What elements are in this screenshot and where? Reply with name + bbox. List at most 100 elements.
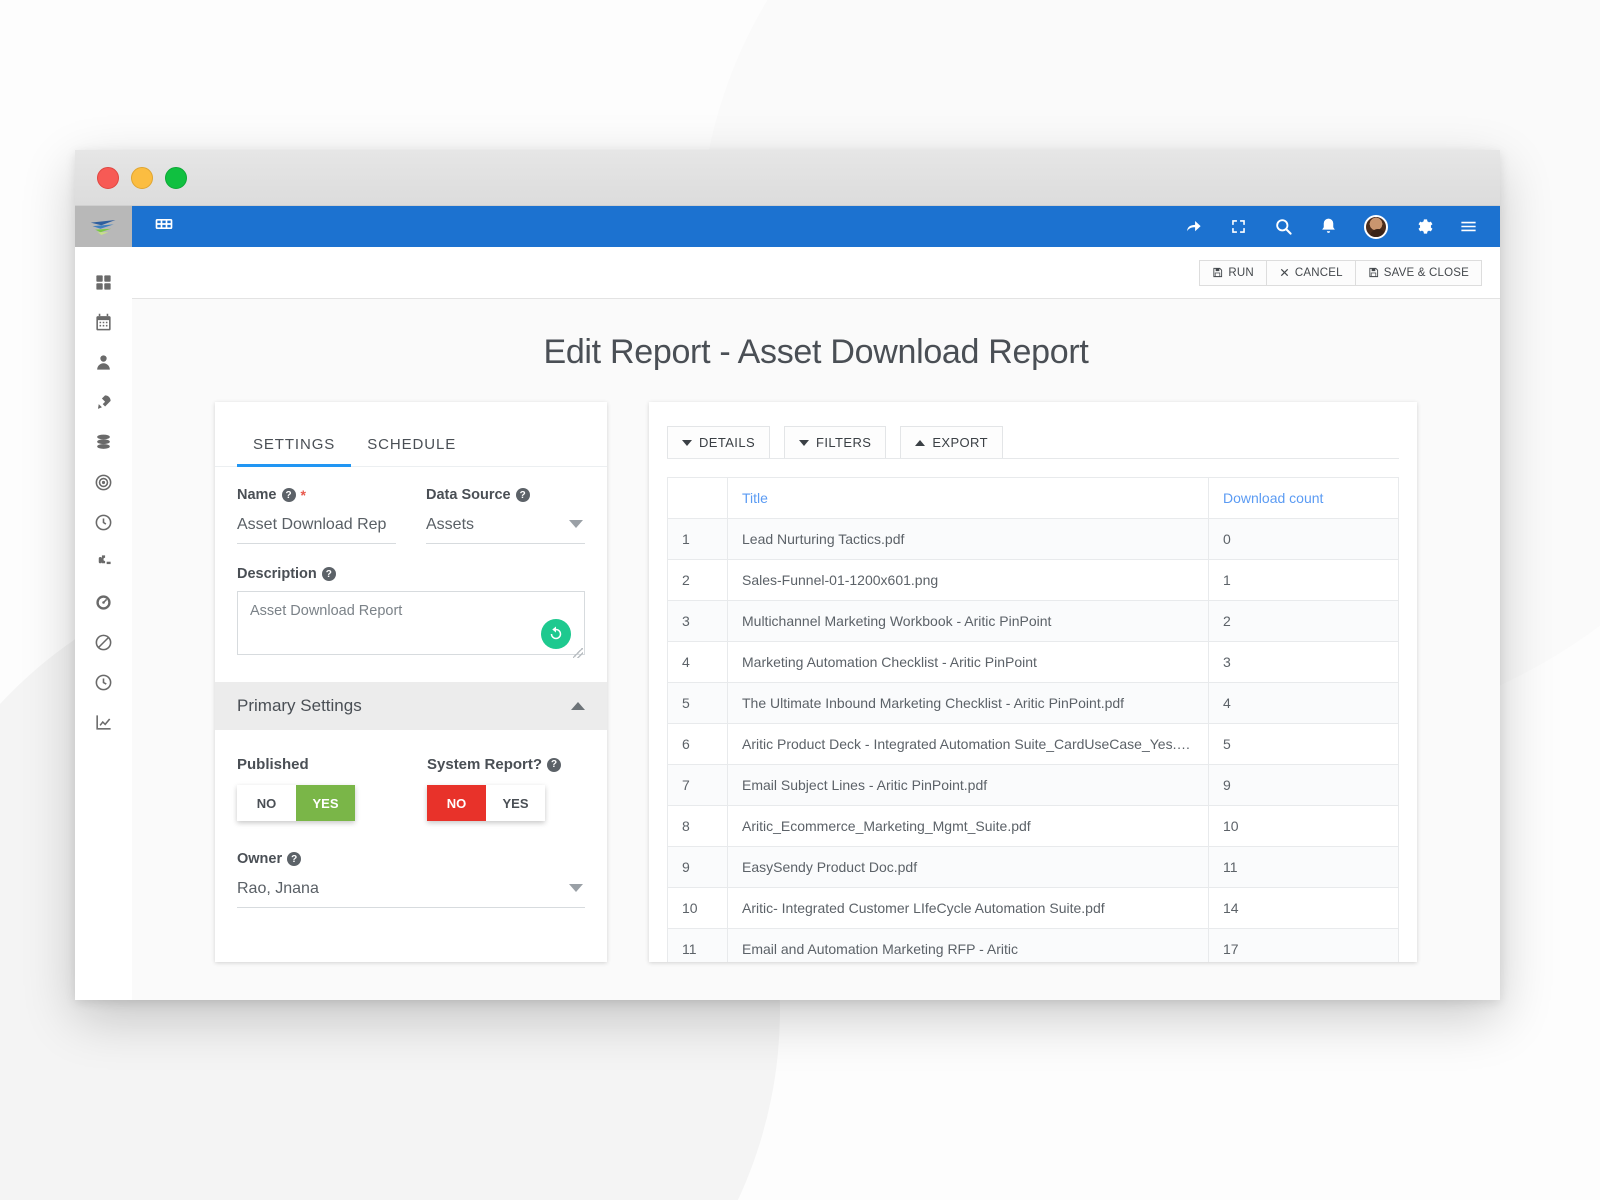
description-textarea[interactable]: Asset Download Report [237, 591, 585, 655]
owner-select[interactable] [237, 876, 585, 908]
hamburger-icon[interactable] [1459, 217, 1478, 236]
row-title: The Ultimate Inbound Marketing Checklist… [727, 682, 1209, 724]
sidebar-item-gauge[interactable] [91, 589, 117, 615]
textarea-resize-handle[interactable] [573, 648, 583, 658]
table-row[interactable]: 1 Lead Nurturing Tactics.pdf 0 [667, 518, 1399, 560]
tab-schedule[interactable]: SCHEDULE [351, 436, 472, 466]
tab-settings[interactable]: SETTINGS [237, 436, 352, 467]
sidebar-item-calendar[interactable] [91, 309, 117, 335]
help-icon[interactable]: ? [321, 567, 336, 581]
save-and-close-button[interactable]: SAVE & CLOSE [1354, 259, 1482, 286]
owner-label: Owner ? [237, 851, 585, 867]
help-icon[interactable]: ? [547, 757, 562, 772]
system-report-switch[interactable]: NO YES [427, 785, 545, 821]
sidebar-item-campaigns[interactable] [91, 389, 117, 415]
row-index: 5 [667, 682, 728, 724]
contact-person-icon [97, 354, 110, 370]
published-label: Published [237, 756, 355, 773]
column-index [667, 477, 728, 519]
settings-form: Name ? * Data Source ? [215, 467, 607, 908]
filters-label: FILTERS [816, 435, 872, 450]
cancel-button[interactable]: CANCEL [1265, 259, 1356, 286]
published-no-option[interactable]: NO [237, 785, 296, 821]
table-row[interactable]: 3 Multichannel Marketing Workbook - Ariti… [667, 600, 1399, 642]
details-button[interactable]: DETAILS [667, 426, 771, 458]
sidebar-item-integrations[interactable] [91, 549, 117, 575]
search-icon[interactable] [1274, 217, 1293, 236]
row-title: Lead Nurturing Tactics.pdf [727, 518, 1209, 560]
cancel-label: CANCEL [1294, 266, 1343, 279]
row-count: 3 [1208, 641, 1399, 683]
system-report-no-option[interactable]: NO [427, 785, 486, 821]
sidebar-item-contacts[interactable] [91, 349, 117, 375]
export-button[interactable]: EXPORT [900, 426, 1003, 458]
sidebar-item-dashboard-grid[interactable] [91, 269, 117, 295]
share-arrow-icon[interactable] [1184, 217, 1203, 236]
fullscreen-icon[interactable] [1229, 217, 1248, 236]
calendar-icon [96, 313, 111, 330]
row-index: 10 [667, 887, 728, 929]
help-icon[interactable]: ? [281, 488, 296, 502]
table-row[interactable]: 6 Aritic Product Deck - Integrated Automa… [667, 723, 1399, 765]
published-yes-option[interactable]: YES [296, 785, 355, 821]
avatar[interactable] [1364, 214, 1388, 239]
row-index: 7 [667, 764, 728, 806]
table-row[interactable]: 7 Email Subject Lines - Aritic PinPoint.p… [667, 764, 1399, 806]
table-row[interactable]: 10 Aritic- Integrated Customer LIfeCycle … [667, 887, 1399, 929]
table-row[interactable]: 11 Email and Automation Marketing RFP - A… [667, 928, 1399, 962]
name-label-text: Name [237, 487, 277, 503]
datasource-select[interactable] [426, 512, 585, 544]
gear-icon[interactable] [1414, 217, 1433, 236]
bell-icon[interactable] [1319, 217, 1338, 236]
sidebar-item-blocked[interactable] [91, 629, 117, 655]
window-close-button[interactable] [97, 166, 119, 189]
description-textarea-wrap: Asset Download Report [237, 591, 585, 660]
row-index: 4 [667, 641, 728, 683]
row-count: 14 [1208, 887, 1399, 929]
row-count: 2 [1208, 600, 1399, 642]
column-download-count[interactable]: Download count [1208, 477, 1399, 519]
column-title[interactable]: Title [727, 477, 1209, 519]
grid-menu-icon[interactable] [154, 214, 174, 239]
settings-tabs: SETTINGS SCHEDULE [215, 402, 607, 467]
sidebar-item-goals[interactable] [91, 469, 117, 495]
sidebar-item-history[interactable] [91, 669, 117, 695]
published-label-text: Published [237, 756, 309, 773]
row-title: EasySendy Product Doc.pdf [727, 846, 1209, 888]
system-report-toggle-group: System Report? ? NO YES [427, 756, 562, 821]
save-disk-icon [1369, 267, 1378, 278]
window-minimize-button[interactable] [131, 166, 153, 189]
table-row[interactable]: 5 The Ultimate Inbound Marketing Checklis… [667, 682, 1399, 724]
refresh-icon[interactable] [541, 619, 571, 649]
owner-value[interactable] [237, 876, 585, 908]
caret-down-icon [682, 439, 692, 446]
primary-settings-header[interactable]: Primary Settings [215, 682, 607, 730]
owner-label-text: Owner [237, 851, 283, 867]
name-input[interactable] [237, 512, 396, 544]
system-report-yes-option[interactable]: YES [486, 785, 545, 821]
table-row[interactable]: 4 Marketing Automation Checklist - Aritic… [667, 641, 1399, 683]
help-icon[interactable]: ? [287, 852, 302, 866]
description-field-group: Description ? Asset Download Report [237, 566, 585, 660]
sidebar-item-data[interactable] [91, 429, 117, 455]
sidebar-item-reports[interactable] [91, 709, 117, 735]
page-title: Edit Report - Asset Download Report [543, 333, 1089, 371]
filters-button[interactable]: FILTERS [784, 426, 887, 458]
table-row[interactable]: 2 Sales-Funnel-01-1200x601.png 1 [667, 559, 1399, 601]
published-switch[interactable]: NO YES [237, 785, 355, 821]
app-logo[interactable] [75, 206, 132, 247]
report-table: Title Download count 1 Lead Nurturing Tac… [667, 477, 1399, 962]
run-button[interactable]: RUN [1199, 259, 1267, 286]
caret-down-icon [799, 439, 810, 446]
window-zoom-button[interactable] [165, 166, 187, 189]
help-icon[interactable]: ? [515, 488, 530, 502]
table-row[interactable]: 9 EasySendy Product Doc.pdf 11 [667, 846, 1399, 888]
published-toggle-group: Published NO YES [237, 756, 355, 821]
top-navigation-bar [132, 206, 1500, 247]
sidebar-item-schedule[interactable] [91, 509, 117, 535]
row-title: Email Subject Lines - Aritic PinPoint.pd… [727, 764, 1209, 806]
table-row[interactable]: 8 Aritic_Ecommerce_Marketing_Mgmt_Suite.p… [667, 805, 1399, 847]
details-label: DETAILS [699, 435, 756, 450]
datasource-value[interactable] [426, 512, 585, 544]
report-table-body: 1 Lead Nurturing Tactics.pdf 0 2 Sales-Funn… [667, 518, 1399, 962]
